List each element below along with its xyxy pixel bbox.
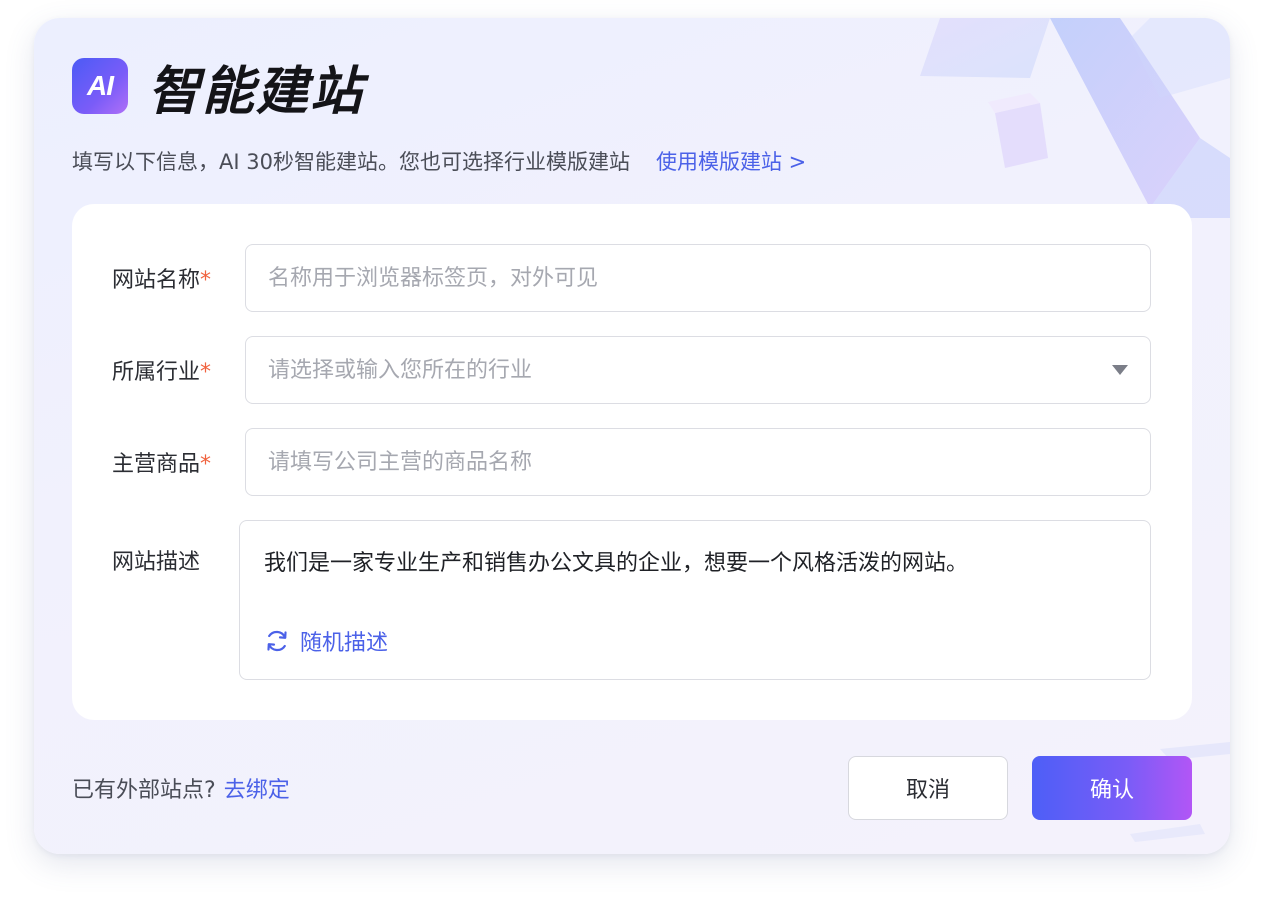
- required-mark: *: [200, 452, 212, 477]
- confirm-button[interactable]: 确认: [1032, 756, 1192, 820]
- caret-down-icon[interactable]: [1112, 365, 1128, 375]
- site-name-field-wrapper: [245, 244, 1151, 312]
- required-mark: *: [200, 268, 212, 293]
- description-textarea[interactable]: 我们是一家专业生产和销售办公文具的企业，想要一个风格活泼的网站。 随机描述: [239, 520, 1151, 680]
- refresh-icon[interactable]: [264, 628, 290, 654]
- industry-label: 所属行业*: [112, 360, 212, 385]
- decorative-cubes-illustration: [920, 18, 1230, 218]
- industry-input[interactable]: [246, 337, 1150, 403]
- external-site-hint: 已有外部站点? 去绑定: [72, 772, 290, 804]
- products-input[interactable]: [246, 429, 1150, 495]
- products-label: 主营商品*: [112, 452, 212, 477]
- description-label: 网站描述: [112, 550, 201, 575]
- bind-site-link[interactable]: 去绑定: [224, 772, 290, 804]
- form-card: 网站名称* 所属行业* 主营商品* 网站描述 我们是一家专业生产和销售办公文具的…: [72, 204, 1192, 720]
- dialog-header: AI 智能建站: [72, 54, 364, 122]
- external-site-text: 已有外部站点?: [72, 778, 216, 803]
- subtitle: 填写以下信息，AI 30秒智能建站。您也可选择行业模版建站 使用模版建站 >: [72, 146, 806, 176]
- required-mark: *: [200, 360, 212, 385]
- random-description-button[interactable]: 随机描述: [264, 625, 388, 657]
- description-text[interactable]: 我们是一家专业生产和销售办公文具的企业，想要一个风格活泼的网站。: [264, 545, 968, 577]
- industry-select[interactable]: [245, 336, 1151, 404]
- page-title: 智能建站: [148, 61, 365, 122]
- subtitle-text: 填写以下信息，AI 30秒智能建站。您也可选择行业模版建站: [72, 150, 630, 174]
- site-name-label: 网站名称*: [112, 268, 212, 293]
- cancel-button[interactable]: 取消: [848, 756, 1008, 820]
- ai-logo-icon: AI: [72, 58, 128, 114]
- random-description-label[interactable]: 随机描述: [300, 625, 388, 657]
- ai-site-builder-dialog: AI 智能建站 填写以下信息，AI 30秒智能建站。您也可选择行业模版建站 使用…: [34, 18, 1230, 854]
- site-name-input[interactable]: [246, 245, 1150, 311]
- use-template-link[interactable]: 使用模版建站 >: [656, 146, 806, 176]
- products-field-wrapper: [245, 428, 1151, 496]
